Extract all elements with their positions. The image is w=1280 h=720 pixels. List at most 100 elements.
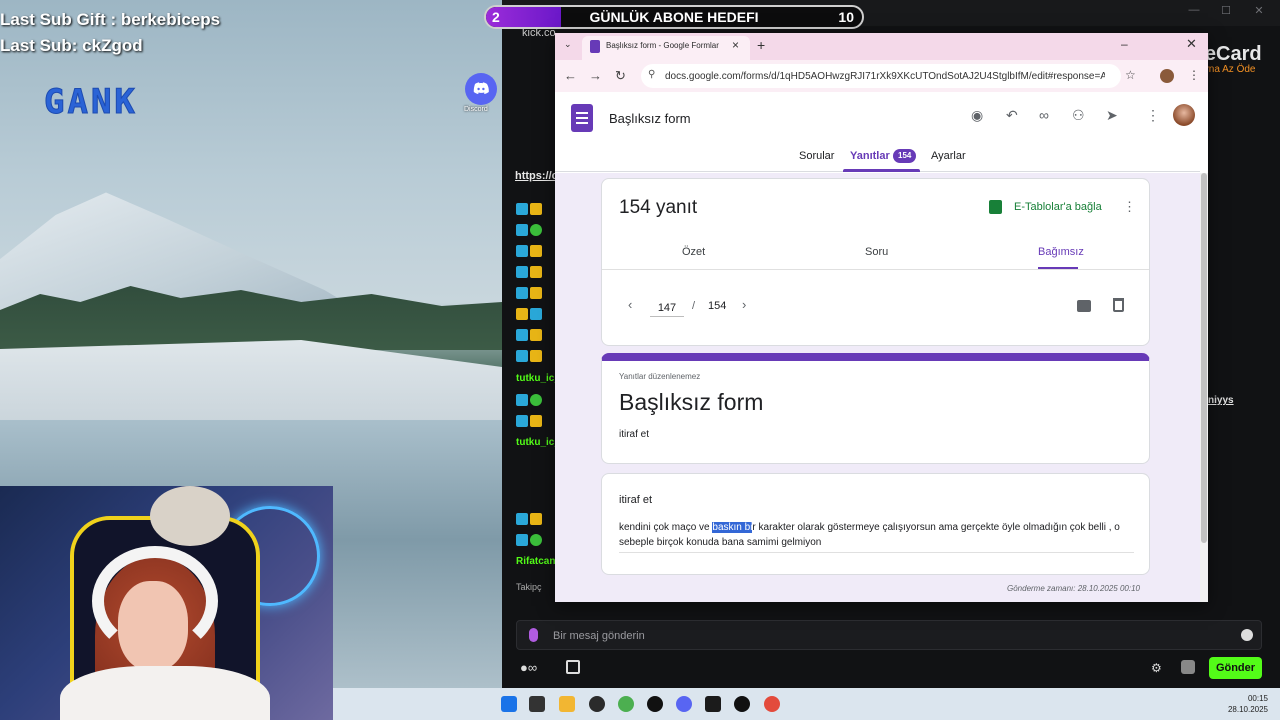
taskbar: 00:15 28.10.2025 bbox=[333, 688, 1280, 720]
badge-icon bbox=[516, 513, 528, 525]
previous-response-icon[interactable]: ‹ bbox=[628, 297, 632, 312]
site-info-icon[interactable]: ⚲ bbox=[648, 69, 655, 80]
badge-icon bbox=[516, 534, 528, 546]
webcam-feed bbox=[0, 486, 333, 720]
streamer-shirt bbox=[60, 666, 270, 720]
sub-goal-bar: 2 GÜNLÜK ABONE HEDEFI 10 bbox=[484, 5, 864, 29]
back-icon[interactable]: ← bbox=[564, 68, 577, 83]
close-icon[interactable]: ✕ bbox=[1186, 36, 1197, 52]
maximize-icon[interactable]: ☐ bbox=[1214, 4, 1238, 20]
badge-icon bbox=[516, 224, 528, 236]
selected-text: baskın bi bbox=[712, 522, 753, 533]
reload-icon[interactable]: ↻ bbox=[615, 68, 626, 84]
sub-goal-title: GÜNLÜK ABONE HEDEFI bbox=[589, 9, 759, 25]
mic-icon[interactable] bbox=[529, 628, 538, 642]
task-view-icon[interactable] bbox=[529, 696, 545, 712]
link-icon[interactable]: ∞ bbox=[1039, 107, 1049, 123]
scrollbar-thumb[interactable] bbox=[1201, 173, 1207, 543]
delete-icon[interactable] bbox=[1113, 298, 1124, 312]
subtab-summary[interactable]: Özet bbox=[682, 246, 705, 258]
print-icon[interactable] bbox=[1077, 300, 1091, 312]
tab-strip: ⌄ Başlıksız form - Google Formlar × + – … bbox=[555, 33, 1208, 60]
publish-icon[interactable]: ➤ bbox=[1106, 107, 1118, 124]
chat-username[interactable]: Rifatcan bbox=[516, 556, 555, 567]
verified-icon bbox=[530, 224, 542, 236]
new-tab-icon[interactable]: + bbox=[757, 37, 765, 53]
more-icon[interactable]: ⋮ bbox=[1146, 107, 1160, 124]
next-response-icon[interactable]: › bbox=[742, 297, 746, 312]
response-count-badge: 154 bbox=[893, 149, 917, 163]
chat-message bbox=[516, 265, 542, 279]
bot-icon[interactable] bbox=[1181, 660, 1195, 674]
question-title: itiraf et bbox=[619, 494, 653, 506]
app-icon[interactable] bbox=[734, 696, 750, 712]
emoji-icon[interactable] bbox=[1241, 629, 1253, 641]
chrome-icon[interactable] bbox=[618, 696, 634, 712]
chrome-window: ⌄ Başlıksız form - Google Formlar × + – … bbox=[555, 33, 1208, 602]
start-icon[interactable] bbox=[501, 696, 517, 712]
subtab-question[interactable]: Soru bbox=[865, 246, 888, 258]
omnibox[interactable]: ⚲ bbox=[641, 64, 1121, 88]
question-answer-card: itiraf et kendini çok maço ve baskın bir… bbox=[601, 473, 1150, 575]
discord-icon[interactable] bbox=[465, 73, 497, 105]
app-icon[interactable] bbox=[647, 696, 663, 712]
avatar[interactable] bbox=[1173, 104, 1195, 126]
badge-icon bbox=[516, 394, 528, 406]
crown-icon bbox=[530, 287, 542, 299]
url-input[interactable] bbox=[665, 68, 1105, 84]
tab-settings[interactable]: Ayarlar bbox=[931, 150, 966, 162]
subtab-individual[interactable]: Bağımsız bbox=[1038, 246, 1084, 258]
tab-list-icon[interactable]: ⌄ bbox=[564, 39, 572, 50]
minimize-icon[interactable]: — bbox=[1182, 4, 1206, 20]
file-explorer-icon[interactable] bbox=[559, 696, 575, 712]
tab-close-icon[interactable]: × bbox=[732, 38, 739, 52]
chat-message bbox=[516, 533, 542, 547]
store-icon[interactable] bbox=[566, 660, 580, 674]
chrome-menu-icon[interactable]: ⋮ bbox=[1188, 68, 1200, 82]
kick-tab[interactable]: kick.co bbox=[522, 27, 556, 43]
scrollbar[interactable] bbox=[1200, 173, 1208, 602]
palette-icon[interactable]: ◉ bbox=[971, 107, 983, 124]
link-to-sheets-button[interactable]: E-Tablolar'a bağla bbox=[1014, 201, 1102, 213]
followers-label: Takipç bbox=[516, 582, 542, 592]
chat-mention-link[interactable]: niyys bbox=[1208, 395, 1234, 406]
chrome-icon[interactable] bbox=[764, 696, 780, 712]
forms-logo-icon[interactable] bbox=[571, 104, 593, 132]
last-sub-gift-text: Last Sub Gift : berkebiceps bbox=[0, 10, 221, 29]
clock-date: 28.10.2025 bbox=[1227, 705, 1268, 714]
headphones bbox=[92, 546, 218, 656]
chat-input-box[interactable] bbox=[516, 620, 1262, 650]
badge-icon bbox=[516, 415, 528, 427]
chat-username[interactable]: tutku_ic_ bbox=[516, 373, 560, 384]
tab-responses[interactable]: Yanıtlar bbox=[850, 150, 890, 162]
form-name[interactable]: Başlıksız form bbox=[609, 111, 691, 126]
send-button[interactable]: Gönder bbox=[1209, 657, 1262, 679]
gank-logo: GANK bbox=[44, 82, 138, 123]
close-icon[interactable]: ✕ bbox=[1247, 4, 1271, 20]
forward-icon[interactable]: → bbox=[589, 68, 602, 83]
chat-message bbox=[516, 414, 542, 428]
sheets-icon[interactable] bbox=[989, 200, 1002, 214]
chat-message bbox=[516, 393, 542, 407]
undo-icon[interactable]: ↶ bbox=[1006, 107, 1018, 124]
clock-time: 00:15 bbox=[1247, 694, 1268, 703]
chat-username[interactable]: tutku_ic_ bbox=[516, 437, 560, 448]
add-collaborator-icon[interactable]: ⚇ bbox=[1072, 107, 1085, 124]
answer-text[interactable]: kendini çok maço ve baskın bir karakter … bbox=[619, 520, 1134, 553]
app-icon[interactable] bbox=[589, 696, 605, 712]
discord-icon[interactable] bbox=[676, 696, 692, 712]
form-title: Başlıksız form bbox=[619, 389, 764, 415]
responses-summary-card: 154 yanıt E-Tablolar'a bağla ⋮ Özet Soru… bbox=[601, 178, 1150, 346]
response-number-input[interactable] bbox=[650, 299, 684, 317]
tab-questions[interactable]: Sorular bbox=[799, 150, 834, 162]
profile-icon[interactable] bbox=[1160, 69, 1174, 83]
bookmark-star-icon[interactable]: ☆ bbox=[1125, 68, 1136, 82]
chat-tools-icon[interactable]: ●∞ bbox=[520, 660, 537, 675]
gear-icon[interactable]: ⚙ bbox=[1151, 661, 1162, 675]
more-options-icon[interactable]: ⋮ bbox=[1123, 199, 1136, 215]
minimize-icon[interactable]: – bbox=[1121, 37, 1128, 51]
chat-input[interactable] bbox=[553, 627, 1193, 645]
streaming-app-icon[interactable] bbox=[705, 696, 721, 712]
crown-icon bbox=[530, 415, 542, 427]
system-clock[interactable]: 00:15 28.10.2025 bbox=[1228, 693, 1268, 715]
